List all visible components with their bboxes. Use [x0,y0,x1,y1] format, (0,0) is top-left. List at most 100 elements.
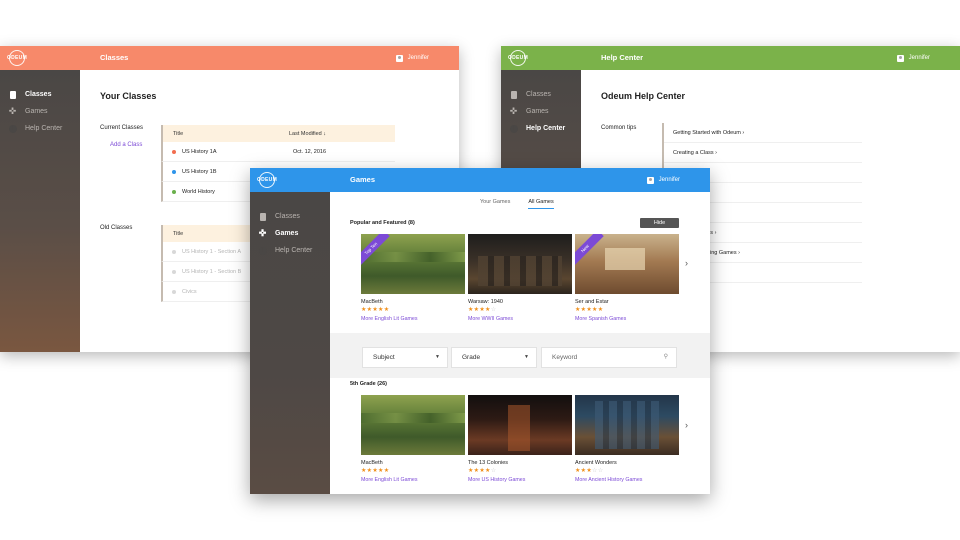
game-title: The 13 Colonies [468,460,509,466]
games-header: ODEUM Games Jennifer [250,168,710,192]
sidebar-item-help[interactable]: i Help Center [0,120,80,137]
header-title: Classes [100,53,129,62]
game-card[interactable]: New Ser and Estar ★★★★★ More Spanish Gam… [575,234,679,322]
game-card[interactable]: MacBeth ★★★★★ More English Lit Games [361,395,465,483]
tab-all-games[interactable]: All Games [528,199,554,209]
sidebar-item-classes[interactable]: Classes [0,86,80,103]
game-thumbnail[interactable]: New [575,234,679,294]
game-thumbnail[interactable] [468,234,572,294]
featured-games: Top Ten MacBeth ★★★★★ More English Lit G… [361,234,679,322]
hide-button[interactable]: Hide [640,218,679,228]
odeum-logo[interactable]: ODEUM [508,50,528,66]
caret-down-icon: ▼ [435,354,440,360]
table-row[interactable]: US History 1 - Section A [161,242,251,262]
sidebar-item-games[interactable]: ✜ Games [0,103,80,120]
star-rating: ★★★★★ [361,307,390,313]
col-title[interactable]: Title [163,131,289,137]
star-rating: ★★★★★ [575,307,604,313]
more-games-link[interactable]: More Ancient History Games [575,477,679,483]
table-header: Title [161,225,251,242]
class-color-dot [172,149,176,154]
game-title: MacBeth [361,299,383,305]
user-icon [896,54,904,62]
star-rating: ★★★★★ [361,468,390,474]
star-rating: ★★★☆☆ [575,468,604,474]
game-card[interactable]: Ancient Wonders ★★★☆☆ More Ancient Histo… [575,395,679,483]
more-games-link[interactable]: More English Lit Games [361,316,465,322]
more-games-link[interactable]: More Spanish Games [575,316,679,322]
info-icon: i [258,246,267,255]
game-thumbnail[interactable] [361,395,465,455]
gamepad-icon: ✜ [258,228,267,238]
chevron-right-icon[interactable]: › [685,258,688,268]
help-topic[interactable]: Getting Started with Odeum › [664,123,862,143]
game-title: Ser and Estar [575,299,609,305]
star-rating: ★★★★☆ [468,307,497,313]
old-classes-label: Old Classes [100,225,133,231]
user-menu[interactable]: Jennifer [395,46,429,70]
book-icon [258,212,267,221]
ribbon-badge: New [575,234,604,268]
featured-label: Popular and Featured (8) [350,220,415,226]
table-row[interactable]: US History 1 - Section B [161,262,251,282]
col-title[interactable]: Title [163,231,183,237]
class-color-dot [172,249,176,254]
help-header: ODEUM Help Center Jennifer [501,46,960,70]
chevron-right-icon[interactable]: › [685,420,688,430]
tab-your-games[interactable]: Your Games [480,199,510,209]
user-icon [646,176,654,184]
more-games-link[interactable]: More WWII Games [468,316,572,322]
info-icon: i [509,124,518,133]
sidebar: Classes ✜ Games i Help Center [250,192,330,494]
grade-games: MacBeth ★★★★★ More English Lit Games The… [361,395,679,483]
odeum-logo[interactable]: ODEUM [257,172,277,188]
classes-header: ODEUM Classes Jennifer [0,46,459,70]
keyword-search-input[interactable]: Keyword ⚲ [541,347,677,368]
header-title: Games [350,175,376,184]
subject-select[interactable]: Subject ▼ [362,347,448,368]
info-icon: i [8,124,17,133]
game-thumbnail[interactable] [468,395,572,455]
header-title: Help Center [601,53,644,62]
sidebar: Classes ✜ Games i Help Center [0,70,80,352]
book-icon [509,90,518,99]
game-card[interactable]: Warsaw: 1940 ★★★★☆ More WWII Games [468,234,572,322]
star-rating: ★★★★☆ [468,468,497,474]
game-thumbnail[interactable] [575,395,679,455]
sidebar-item-games[interactable]: ✜ Games [250,225,330,242]
more-games-link[interactable]: More US History Games [468,477,572,483]
page-title: Odeum Help Center [601,91,686,101]
game-card[interactable]: Top Ten MacBeth ★★★★★ More English Lit G… [361,234,465,322]
col-modified[interactable]: Last Modified ↓ [289,131,326,137]
table-row[interactable]: Civics [161,282,251,302]
class-color-dot [172,289,176,294]
more-games-link[interactable]: More English Lit Games [361,477,465,483]
sidebar-item-help[interactable]: i Help Center [250,242,330,259]
user-name: Jennifer [908,55,930,61]
caret-down-icon: ▼ [524,354,529,360]
table-row[interactable]: US History 1A Oct. 12, 2016 [161,142,395,162]
sidebar-item-help[interactable]: i Help Center [501,120,581,137]
game-title: Warsaw: 1940 [468,299,503,305]
game-card[interactable]: The 13 Colonies ★★★★☆ More US History Ga… [468,395,572,483]
user-menu[interactable]: Jennifer [646,168,680,192]
common-tips-label: Common tips [601,125,637,131]
grade-select[interactable]: Grade ▼ [451,347,537,368]
user-name: Jennifer [658,177,680,183]
user-menu[interactable]: Jennifer [896,46,930,70]
help-topic[interactable]: Creating a Class › [664,143,862,163]
add-class-link[interactable]: Add a Class [110,142,142,148]
sidebar-item-games[interactable]: ✜ Games [501,103,581,120]
sidebar-item-classes[interactable]: Classes [501,86,581,103]
ribbon-badge: Top Ten [361,234,390,268]
games-window: ODEUM Games Jennifer Classes ✜ Games i Hel… [250,168,710,494]
gamepad-icon: ✜ [8,106,17,116]
mockup-stage: ODEUM Classes Jennifer Classes ✜ Games iH… [0,0,960,540]
game-thumbnail[interactable]: Top Ten [361,234,465,294]
game-title: MacBeth [361,460,383,466]
class-color-dot [172,269,176,274]
sidebar-item-classes[interactable]: Classes [250,208,330,225]
odeum-logo[interactable]: ODEUM [7,50,27,66]
game-title: Ancient Wonders [575,460,617,466]
grade-label: 5th Grade (26) [350,381,387,387]
